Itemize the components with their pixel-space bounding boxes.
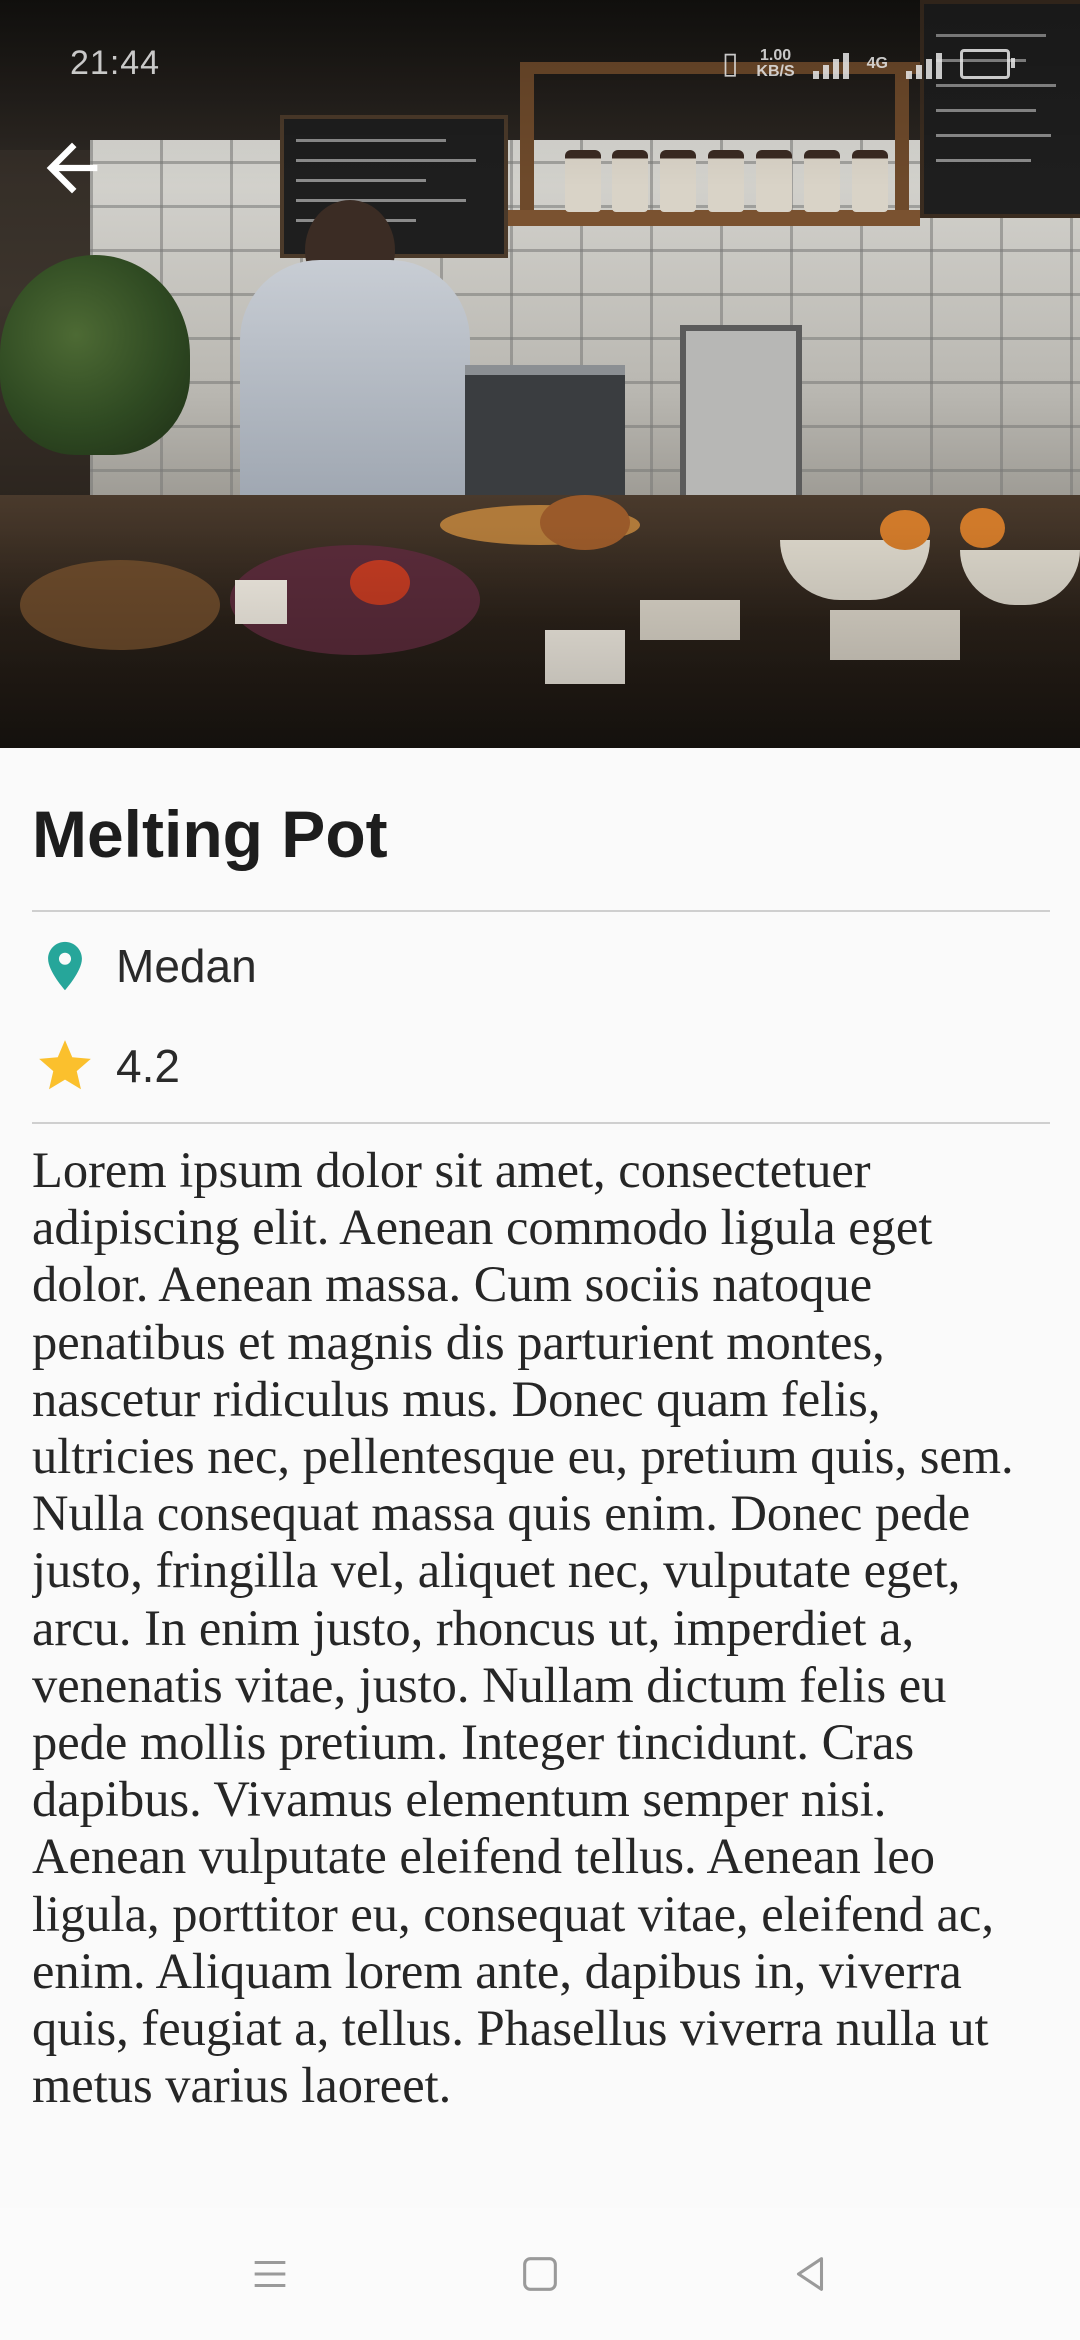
nav-home-button[interactable] (510, 2244, 570, 2304)
menu-icon (254, 2260, 286, 2288)
status-bar: 21:44 ▯ 1.00 KB/S 4G (0, 0, 1080, 130)
battery-icon (960, 48, 1015, 79)
place-title: Melting Pot (32, 797, 388, 871)
network-speed: 1.00 KB/S (756, 46, 795, 80)
nav-back-button[interactable] (780, 2244, 840, 2304)
nav-menu-button[interactable] (240, 2244, 300, 2304)
rating-value: 4.2 (116, 1040, 180, 1092)
star-icon (32, 1033, 98, 1099)
system-nav-bar (0, 2208, 1080, 2340)
status-time: 21:44 (70, 44, 161, 82)
rating-row: 4.2 (32, 1016, 1050, 1116)
arrow-left-icon (46, 142, 98, 194)
status-icons: ▯ 1.00 KB/S 4G (721, 46, 1015, 81)
network-type: 4G (866, 54, 888, 72)
back-button[interactable] (34, 130, 110, 206)
vibrate-icon: ▯ (721, 47, 739, 80)
signal-icon (812, 49, 849, 79)
detail-content: Melting Pot Medan 4.2 Lorem ipsum dolor … (32, 748, 1050, 2222)
signal-icon-2 (906, 49, 942, 79)
location-row: Medan (32, 916, 1050, 1016)
place-description: Lorem ipsum dolor sit amet, consectetuer… (32, 1142, 1014, 2114)
location-pin-icon (32, 933, 98, 999)
divider (32, 1122, 1050, 1124)
triangle-back-icon (796, 2257, 824, 2291)
divider (32, 910, 1050, 912)
square-home-icon (523, 2257, 557, 2291)
location-text: Medan (116, 940, 257, 992)
